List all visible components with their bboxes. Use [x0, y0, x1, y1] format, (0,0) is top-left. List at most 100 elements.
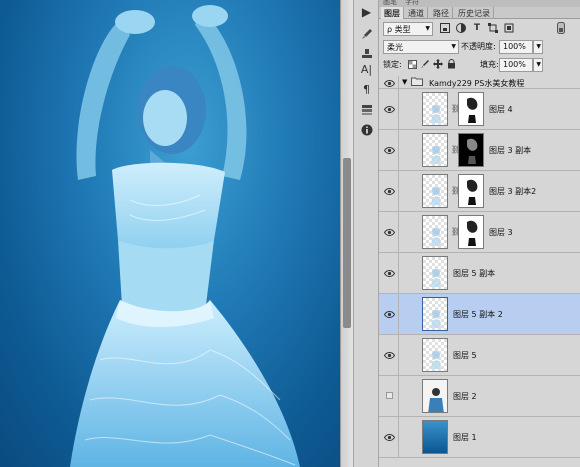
- eye-icon[interactable]: [382, 102, 396, 116]
- layer-mask-thumbnail[interactable]: [458, 92, 484, 126]
- blend-mode-value: 柔光: [387, 43, 403, 52]
- filter-pixel-icon[interactable]: [439, 22, 451, 34]
- fill-value: 100%: [503, 60, 526, 69]
- lock-row: 锁定: 填充: 100% ▼: [379, 56, 580, 74]
- chevron-down-icon: ▼: [536, 43, 541, 50]
- link-icon[interactable]: ⛓: [451, 104, 461, 113]
- tab-brush[interactable]: 画笔: [383, 0, 397, 7]
- canvas-vertical-scrollbar[interactable]: [340, 0, 353, 467]
- chevron-down-icon: ▼: [425, 25, 430, 32]
- collapse-panel-icon[interactable]: ▶: [357, 2, 376, 21]
- layers-panel: 画笔 字符 图层 通道 路径 历史记录 ρ 类型 ▼ T 柔光 ▼ 不透明度: …: [379, 0, 580, 467]
- filter-kind-select[interactable]: ρ 类型 ▼: [383, 22, 433, 36]
- tab-layers[interactable]: 图层: [381, 7, 404, 19]
- layer-row[interactable]: 图层 5 副本: [379, 253, 580, 294]
- panel-tab-bar: 图层 通道 路径 历史记录: [379, 7, 580, 19]
- opacity-label: 不透明度:: [461, 42, 496, 51]
- filter-toggle-icon[interactable]: [555, 22, 567, 34]
- upper-panel-tabs: 画笔 字符: [379, 0, 580, 7]
- layer-group-row[interactable]: ▼ Kamdy229 PS水美女教程: [379, 76, 580, 89]
- layer-thumbnail[interactable]: [422, 297, 448, 331]
- eye-icon[interactable]: [382, 184, 396, 198]
- layer-mask-thumbnail[interactable]: [458, 174, 484, 208]
- character-icon[interactable]: A|: [357, 60, 376, 79]
- layer-thumbnail[interactable]: [422, 420, 448, 454]
- blend-row: 柔光 ▼ 不透明度: 100% ▼: [379, 38, 580, 56]
- eye-icon[interactable]: [382, 225, 396, 239]
- lock-label: 锁定:: [383, 60, 402, 69]
- filter-kind-label: ρ 类型: [387, 25, 411, 34]
- group-name: Kamdy229 PS水美女教程: [429, 79, 525, 88]
- layer-name[interactable]: 图层 1: [453, 432, 477, 443]
- woman-water-artwork: [70, 5, 300, 467]
- fill-label: 填充:: [480, 60, 499, 69]
- layer-row[interactable]: ⛓ 图层 3 副本: [379, 130, 580, 171]
- layer-name[interactable]: 图层 5 副本 2: [453, 309, 503, 320]
- fill-input[interactable]: 100%: [499, 58, 533, 72]
- paragraph-icon[interactable]: ¶: [357, 80, 376, 99]
- lock-all-icon[interactable]: [445, 58, 457, 70]
- layer-filter-row: ρ 类型 ▼ T: [379, 20, 580, 38]
- lock-pixels-icon[interactable]: [419, 58, 431, 70]
- hidden-visibility-box[interactable]: [386, 392, 393, 399]
- link-icon[interactable]: ⛓: [451, 145, 461, 154]
- layer-row[interactable]: 图层 5: [379, 335, 580, 376]
- tab-paths[interactable]: 路径: [430, 7, 453, 19]
- lock-position-icon[interactable]: [432, 58, 444, 70]
- fill-dropdown[interactable]: ▼: [533, 58, 543, 72]
- layer-row[interactable]: 图层 1: [379, 417, 580, 458]
- eye-icon[interactable]: [382, 76, 396, 90]
- eye-icon[interactable]: [382, 266, 396, 280]
- blend-mode-select[interactable]: 柔光 ▼: [383, 40, 459, 54]
- scrollbar-thumb[interactable]: [343, 158, 351, 328]
- layer-mask-thumbnail[interactable]: [458, 133, 484, 167]
- chevron-down-icon: ▼: [536, 61, 541, 68]
- opacity-dropdown[interactable]: ▼: [533, 40, 543, 54]
- tab-history[interactable]: 历史记录: [455, 7, 494, 19]
- link-icon[interactable]: ⛓: [451, 227, 461, 236]
- info-icon[interactable]: [357, 120, 376, 139]
- layer-row[interactable]: 图层 2: [379, 376, 580, 417]
- layer-thumbnail[interactable]: [422, 256, 448, 290]
- panel-icon-strip: ▶ A| ¶: [353, 0, 379, 467]
- layer-thumbnail[interactable]: [422, 215, 448, 249]
- layer-thumbnail[interactable]: [422, 379, 448, 413]
- layer-name[interactable]: 图层 3 副本: [489, 145, 531, 156]
- opacity-value: 100%: [503, 42, 526, 51]
- layer-thumbnail[interactable]: [422, 92, 448, 126]
- eye-icon[interactable]: [382, 430, 396, 444]
- layers-list: ▼ Kamdy229 PS水美女教程 ⛓ 图层 4 ⛓ 图层 3 副本 ⛓ 图层 3 副本…: [379, 76, 580, 467]
- filter-smart-object-icon[interactable]: [503, 22, 515, 34]
- layer-name[interactable]: 图层 3: [489, 227, 513, 238]
- layer-row[interactable]: 图层 5 副本 2: [379, 294, 580, 335]
- layer-name[interactable]: 图层 2: [453, 391, 477, 402]
- layer-name[interactable]: 图层 5 副本: [453, 268, 495, 279]
- link-icon[interactable]: ⛓: [451, 186, 461, 195]
- layer-name[interactable]: 图层 3 副本2: [489, 186, 536, 197]
- group-expand-chevron-icon[interactable]: ▼: [402, 78, 407, 86]
- layer-name[interactable]: 图层 4: [489, 104, 513, 115]
- layer-thumbnail[interactable]: [422, 174, 448, 208]
- eye-icon[interactable]: [382, 348, 396, 362]
- document-canvas[interactable]: [0, 0, 340, 467]
- opacity-input[interactable]: 100%: [499, 40, 533, 54]
- eye-icon[interactable]: [382, 307, 396, 321]
- layer-mask-thumbnail[interactable]: [458, 215, 484, 249]
- layer-row[interactable]: ⛓ 图层 4: [379, 89, 580, 130]
- filter-adjustment-icon[interactable]: [455, 22, 467, 34]
- tab-character[interactable]: 字符: [405, 0, 419, 7]
- lock-transparency-icon[interactable]: [406, 58, 418, 70]
- filter-type-icon[interactable]: T: [471, 22, 483, 34]
- eye-icon[interactable]: [382, 143, 396, 157]
- layer-name[interactable]: 图层 5: [453, 350, 477, 361]
- layer-row[interactable]: ⛓ 图层 3 副本2: [379, 171, 580, 212]
- layer-thumbnail[interactable]: [422, 338, 448, 372]
- layers-icon[interactable]: [357, 100, 376, 119]
- layer-thumbnail[interactable]: [422, 133, 448, 167]
- folder-icon: [411, 77, 423, 89]
- filter-shape-icon[interactable]: [487, 22, 499, 34]
- brush-icon[interactable]: [357, 24, 376, 43]
- chevron-down-icon: ▼: [451, 43, 456, 50]
- layer-row[interactable]: ⛓ 图层 3: [379, 212, 580, 253]
- tab-channels[interactable]: 通道: [405, 7, 428, 19]
